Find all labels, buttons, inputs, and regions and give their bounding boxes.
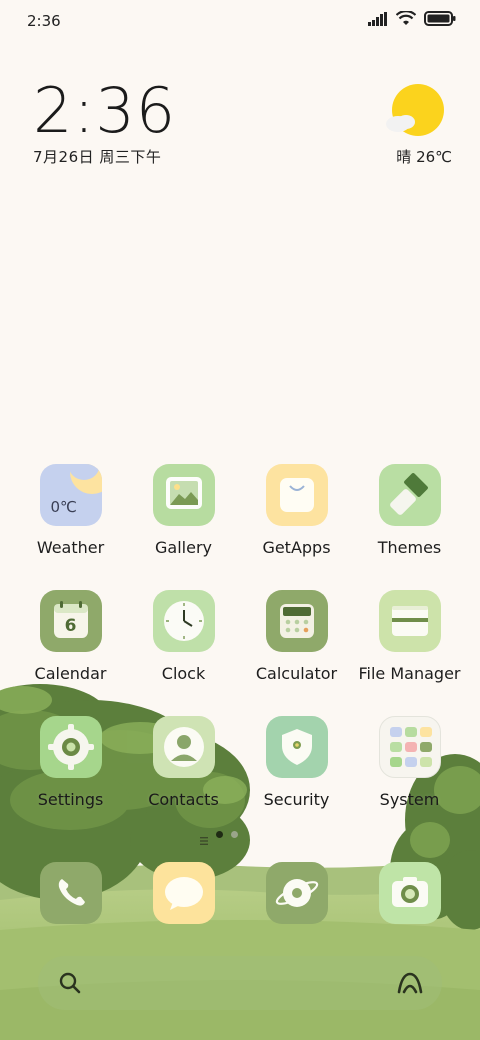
wifi-icon bbox=[396, 11, 416, 25]
clock-icon bbox=[152, 590, 215, 652]
app-label: System bbox=[379, 790, 440, 809]
search-bar[interactable] bbox=[38, 956, 442, 1010]
app-label: Settings bbox=[37, 790, 104, 809]
widget-date: 7月26日 周三下午 bbox=[33, 148, 162, 166]
app-label: Gallery bbox=[155, 538, 212, 557]
app-file-manager[interactable]: File Manager bbox=[353, 590, 466, 683]
phone-icon bbox=[39, 862, 102, 924]
getapps-icon bbox=[265, 464, 328, 526]
app-label: Calculator bbox=[255, 664, 338, 683]
search-icon[interactable] bbox=[58, 971, 82, 999]
widget-time: 2:36 bbox=[33, 74, 177, 147]
calendar-icon: 6 bbox=[39, 590, 102, 652]
app-label: Contacts bbox=[148, 790, 219, 809]
app-themes[interactable]: Themes bbox=[353, 464, 466, 557]
app-getapps[interactable]: GetApps bbox=[240, 464, 353, 557]
security-icon bbox=[265, 716, 328, 778]
folder-icon bbox=[378, 590, 441, 652]
page-indicator[interactable] bbox=[200, 830, 238, 845]
weather-widget[interactable]: 晴 26℃ bbox=[384, 84, 452, 166]
app-system-folder[interactable]: System bbox=[353, 716, 466, 809]
weather-condition-temp: 晴 26℃ bbox=[396, 148, 452, 166]
app-weather[interactable]: 0℃ Weather bbox=[14, 464, 127, 557]
app-gallery[interactable]: Gallery bbox=[127, 464, 240, 557]
status-bar: 2:36 bbox=[0, 0, 480, 42]
app-label: File Manager bbox=[358, 664, 461, 683]
signal-icon bbox=[368, 11, 387, 26]
dock-camera[interactable] bbox=[353, 862, 466, 924]
settings-icon bbox=[39, 716, 102, 778]
camera-icon bbox=[378, 862, 441, 924]
app-clock[interactable]: Clock bbox=[127, 590, 240, 683]
app-label: Weather bbox=[36, 538, 105, 557]
system-folder-icon bbox=[378, 716, 441, 778]
app-calculator[interactable]: Calculator bbox=[240, 590, 353, 683]
dock-browser[interactable] bbox=[240, 862, 353, 924]
contacts-icon bbox=[152, 716, 215, 778]
dock-phone[interactable] bbox=[14, 862, 127, 924]
themes-icon bbox=[378, 464, 441, 526]
page-indicator-menu-icon bbox=[200, 830, 208, 845]
page-dot-active bbox=[216, 830, 223, 838]
assistant-icon[interactable] bbox=[396, 970, 424, 1000]
calendar-tile-day: 6 bbox=[64, 616, 77, 636]
weather-icon: 0℃ bbox=[39, 464, 102, 526]
gallery-icon bbox=[152, 464, 215, 526]
app-label: Clock bbox=[161, 664, 206, 683]
app-security[interactable]: Security bbox=[240, 716, 353, 809]
app-label: Security bbox=[263, 790, 330, 809]
battery-icon bbox=[424, 11, 456, 26]
app-label: GetApps bbox=[262, 538, 331, 557]
messages-icon bbox=[152, 862, 215, 924]
dock-messages[interactable] bbox=[127, 862, 240, 924]
status-time: 2:36 bbox=[27, 12, 61, 30]
app-label: Calendar bbox=[34, 664, 107, 683]
page-dot bbox=[231, 830, 238, 838]
browser-icon bbox=[265, 862, 328, 924]
status-icons bbox=[368, 11, 456, 26]
app-calendar[interactable]: 6 Calendar bbox=[14, 590, 127, 683]
app-settings[interactable]: Settings bbox=[14, 716, 127, 809]
weather-tile-temp: 0℃ bbox=[50, 498, 77, 516]
clock-widget[interactable]: 2:36 7月26日 周三下午 bbox=[33, 78, 176, 167]
app-label: Themes bbox=[377, 538, 442, 557]
sun-cloud-icon bbox=[386, 84, 444, 136]
calculator-icon bbox=[265, 590, 328, 652]
app-contacts[interactable]: Contacts bbox=[127, 716, 240, 809]
